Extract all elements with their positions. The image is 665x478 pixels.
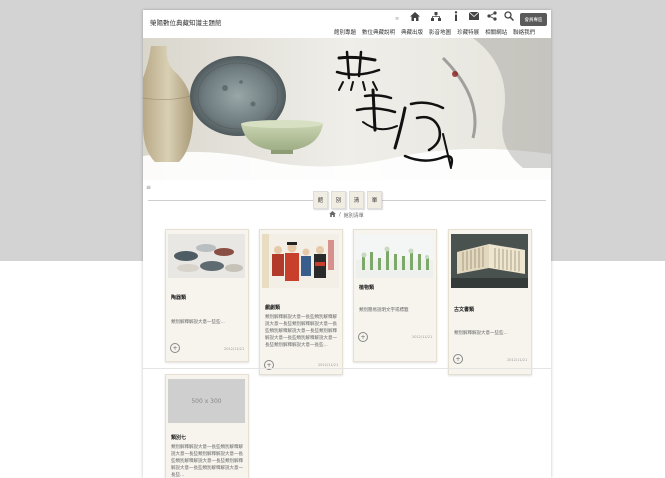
search-icon[interactable]	[503, 10, 515, 22]
card-more-button[interactable]: +	[453, 354, 463, 364]
card-description: 類別解釋解說大意一長些類別解釋解說大意一長些類別解釋解說大意一長些類別解釋解說大…	[171, 445, 243, 478]
section-title-char: 清	[349, 191, 364, 209]
site-title[interactable]: 榮陽數位典藏知識主題館	[150, 17, 222, 27]
section-title-char: 別	[331, 191, 346, 209]
title-rule-right	[379, 200, 546, 201]
section-title-char: 單	[367, 191, 382, 209]
card-more-button[interactable]: +	[358, 332, 368, 342]
card-image-plants	[356, 234, 433, 278]
section-title: 館 別 清 單	[313, 191, 385, 209]
hero-banner[interactable]	[143, 38, 551, 180]
card-description: 類別解釋解說大意一些些...	[171, 320, 225, 325]
card-image-book	[451, 234, 528, 288]
card-image-placeholder: 500 x 300	[168, 379, 245, 423]
category-card-pottery[interactable]: 陶器類 類別解釋解說大意一些些... + 2012/11/21	[165, 229, 249, 362]
breadcrumb-separator: /	[339, 212, 341, 218]
card-description: 類別解釋解說大意一些些...	[454, 331, 508, 336]
section-title-char: 館	[313, 191, 328, 209]
banner-artwork	[143, 38, 551, 180]
category-card-plants[interactable]: 植物類 類別簡易說明文字或標籤 + 2012/11/21	[353, 229, 437, 362]
menu-toggle-icon[interactable]: ≡	[146, 184, 151, 191]
category-card-seven[interactable]: 500 x 300 類別七 類別解釋解說大意一長些類別解釋解說大意一長些類別解釋…	[165, 374, 249, 478]
card-title[interactable]: 陶器類	[171, 294, 186, 301]
card-date: 2012/11/21	[318, 363, 339, 367]
category-card-opera[interactable]: 戲劇類 類別解釋解說大意一長些類別解釋解說大意一長些類別解釋解說大意一長些類別解…	[259, 229, 343, 375]
mail-icon[interactable]	[468, 10, 480, 22]
card-date: 2012/11/21	[224, 347, 245, 351]
breadcrumb-current: 館別清單	[343, 212, 364, 219]
breadcrumb: / 館別清單	[329, 211, 364, 219]
header-separator: ≡	[395, 16, 400, 22]
row-divider	[143, 368, 551, 369]
title-rule-left	[148, 200, 313, 201]
card-title[interactable]: 古文書類	[454, 306, 474, 313]
card-title[interactable]: 戲劇類	[265, 304, 280, 311]
card-description: 類別簡易說明文字或標籤	[359, 308, 409, 313]
info-icon[interactable]	[450, 10, 462, 22]
card-date: 2012/11/21	[507, 358, 528, 362]
card-image-opera	[262, 234, 339, 288]
card-date: 2012/11/21	[412, 335, 433, 339]
card-title[interactable]: 類別七	[171, 434, 186, 441]
card-description: 類別解釋解說大意一長些類別解釋解說大意一長些類別解釋解說大意一長些類別解釋解說大…	[265, 315, 337, 348]
page-container: 榮陽數位典藏知識主題館 ≡ 會員專區 館別專題 數位典藏說明 典藏出版 影音地圖…	[143, 10, 551, 478]
share-icon[interactable]	[486, 10, 498, 22]
home-icon[interactable]	[409, 10, 421, 22]
card-more-button[interactable]: +	[170, 343, 180, 353]
login-button[interactable]: 會員專區	[520, 13, 547, 26]
card-image-bowls	[168, 234, 245, 278]
sitemap-icon[interactable]	[430, 10, 442, 22]
category-card-manuscripts[interactable]: 古文書類 類別解釋解說大意一些些... + 2012/11/21	[448, 229, 532, 375]
breadcrumb-home-icon[interactable]	[329, 211, 336, 219]
card-title[interactable]: 植物類	[359, 284, 374, 291]
